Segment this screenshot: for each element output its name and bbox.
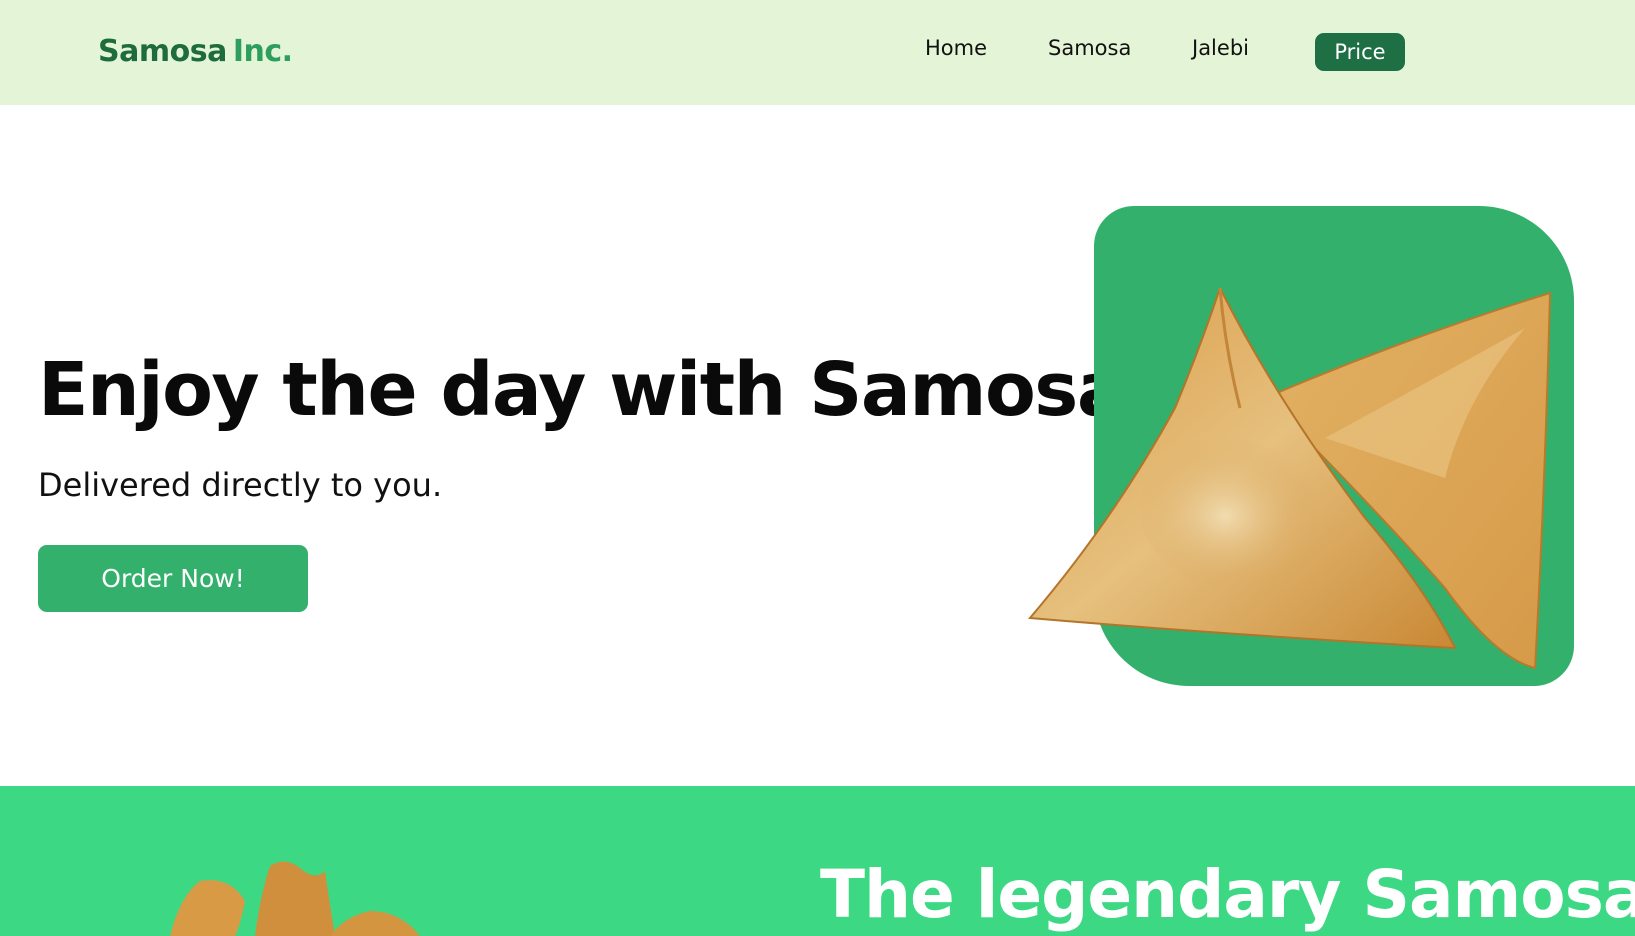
brand-logo[interactable]: Samosa Inc. (98, 34, 293, 69)
hero-subtitle: Delivered directly to you. (38, 466, 443, 504)
hero-title: Enjoy the day with Samosa (38, 347, 1127, 433)
nav-link-home[interactable]: Home (925, 36, 987, 60)
legendary-title: The legendary Samosa (820, 856, 1635, 933)
samosa-image (1027, 288, 1552, 670)
brand-name-part2: Inc. (232, 34, 293, 69)
legendary-section: The legendary Samosa (0, 786, 1635, 936)
navbar: Samosa Inc. Home Samosa Jalebi Price (0, 0, 1635, 105)
brand-name-part1: Samosa (98, 34, 227, 69)
order-now-button[interactable]: Order Now! (38, 545, 308, 612)
samosa-image (170, 861, 420, 936)
nav-price-button[interactable]: Price (1315, 33, 1405, 71)
nav-link-jalebi[interactable]: Jalebi (1192, 36, 1249, 60)
nav-link-samosa[interactable]: Samosa (1048, 36, 1131, 60)
